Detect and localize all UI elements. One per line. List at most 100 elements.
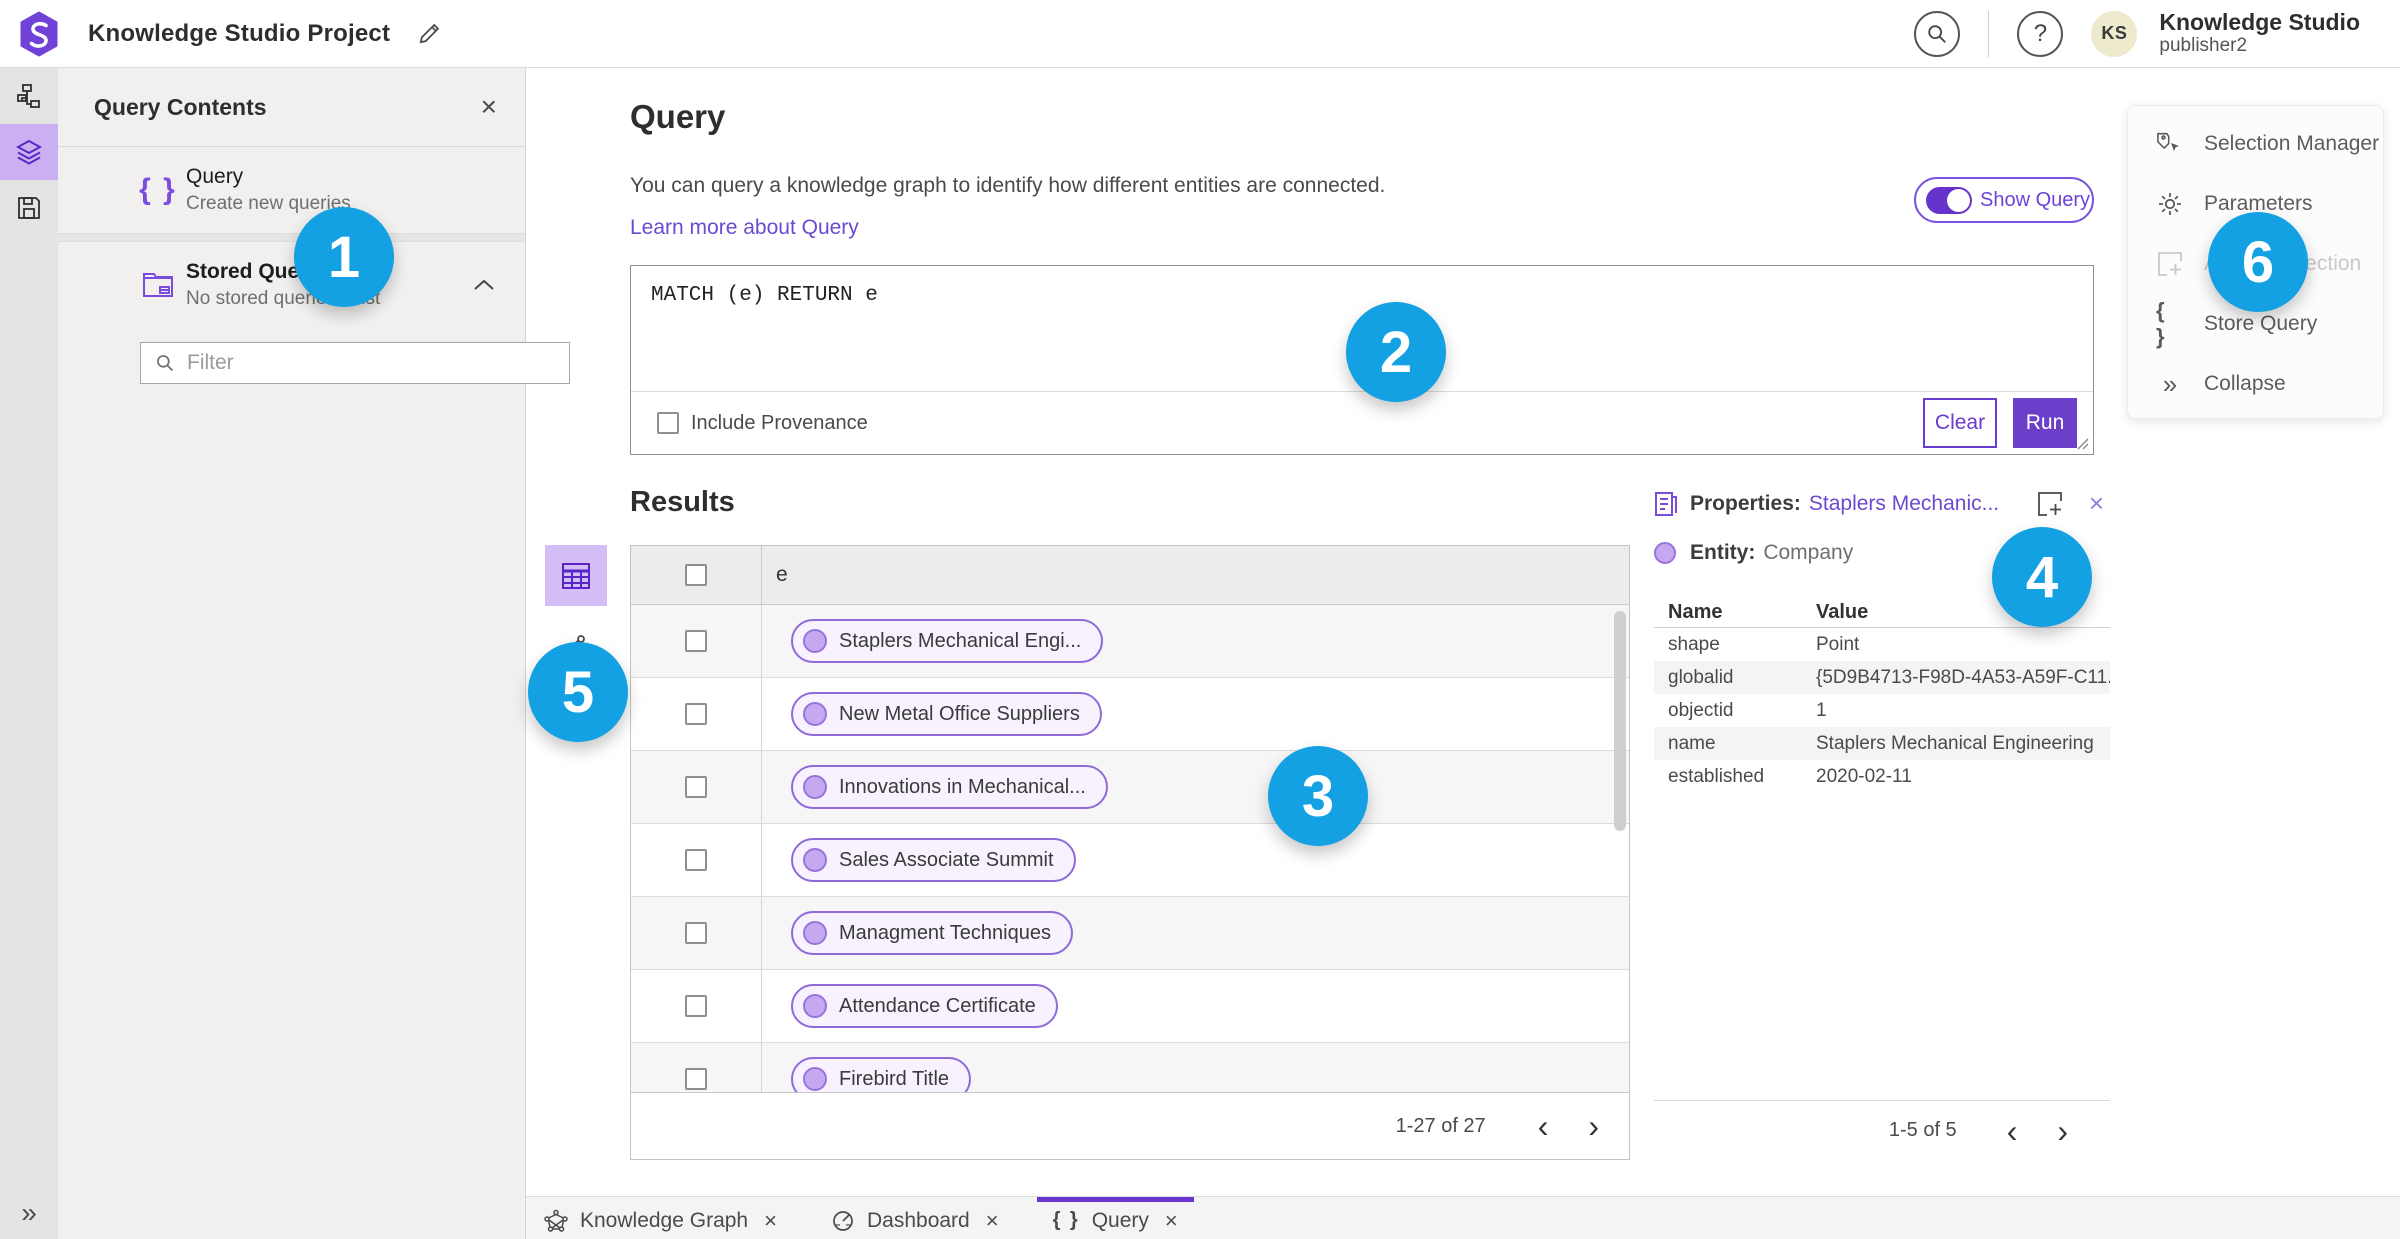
property-row[interactable]: name Staplers Mechanical Engineering [1654, 727, 2110, 760]
panel-close-icon[interactable]: × [481, 91, 497, 123]
collapse-item[interactable]: » Collapse [2128, 354, 2383, 414]
query-item[interactable]: { } Query Create new queries [58, 147, 525, 233]
properties-page-label: 1-5 of 5 [1888, 1119, 1957, 1141]
help-button[interactable]: ? [2017, 10, 2064, 57]
double-chevron-icon: » [2162, 368, 2178, 399]
properties-next-page-icon[interactable]: › [2051, 1115, 2074, 1147]
entity-pill[interactable]: Staplers Mechanical Engi... [791, 619, 1104, 663]
query-description: You can query a knowledge graph to ident… [630, 174, 1386, 197]
table-row[interactable]: Innovations in Mechanical... [631, 751, 1629, 824]
annotation-circle-5: 5 [528, 642, 628, 742]
entity-type-dot-icon [1654, 542, 1676, 564]
stored-queries-folder-icon [143, 273, 173, 297]
select-all-checkbox[interactable] [685, 564, 707, 586]
results-next-page-icon[interactable]: › [1582, 1110, 1605, 1142]
table-row[interactable]: Managment Techniques [631, 897, 1629, 970]
entity-pill[interactable]: Managment Techniques [791, 911, 1073, 955]
results-scrollbar[interactable] [1614, 611, 1626, 831]
table-row[interactable]: New Metal Office Suppliers [631, 678, 1629, 751]
properties-entity-link[interactable]: Staplers Mechanic... [1809, 492, 1999, 516]
entity-dot-icon [803, 629, 827, 653]
topbar-right-group: ? KS Knowledge Studio publisher2 [1914, 10, 2400, 57]
table-view-button[interactable] [545, 545, 607, 606]
search-button[interactable] [1914, 10, 1961, 57]
close-tab-icon[interactable]: × [1165, 1208, 1178, 1234]
user-name: Knowledge Studio [2159, 9, 2360, 36]
filter-input[interactable] [187, 351, 569, 375]
entity-pill[interactable]: Attendance Certificate [791, 984, 1058, 1028]
query-item-title: Query [186, 165, 244, 188]
braces-icon: { } [1052, 1209, 1080, 1231]
query-section-title: Query [630, 98, 726, 135]
search-icon [1928, 24, 1947, 43]
results-table: e Staplers Mechanical Engi... New Metal … [630, 545, 1630, 1160]
top-bar: Knowledge Studio Project ? KS Knowledge … [0, 0, 2400, 68]
close-tab-icon[interactable]: × [764, 1208, 777, 1234]
tab-query[interactable]: { } Query × [1036, 1197, 1194, 1239]
add-to-selection-icon[interactable] [2037, 491, 2063, 517]
knowledge-studio-logo-icon[interactable] [18, 11, 60, 57]
row-checkbox[interactable] [685, 630, 707, 652]
row-checkbox[interactable] [685, 703, 707, 725]
query-main-view: Query You can query a knowledge graph to… [526, 68, 2400, 1196]
results-table-header: e [631, 546, 1629, 605]
left-icon-rail: » [0, 68, 58, 1239]
annotation-circle-4: 4 [1992, 527, 2092, 627]
query-contents-panel: Query Contents × { } Query Create new qu… [58, 68, 570, 1239]
table-row[interactable]: Firebird Title [631, 1043, 1629, 1092]
user-info[interactable]: Knowledge Studio publisher2 [2159, 10, 2360, 56]
selection-manager-item[interactable]: Selection Manager [2128, 114, 2383, 174]
toggle-switch-on[interactable] [1926, 186, 1972, 214]
clear-button[interactable]: Clear [1923, 398, 1997, 448]
resize-handle-icon[interactable] [2073, 434, 2089, 450]
user-avatar[interactable]: KS [2091, 10, 2138, 57]
results-prev-page-icon[interactable]: ‹ [1532, 1110, 1555, 1142]
close-tab-icon[interactable]: × [986, 1208, 999, 1234]
table-row[interactable]: Sales Associate Summit [631, 824, 1629, 897]
stored-queries-item[interactable]: Stored Queries No stored queries exist [58, 242, 525, 328]
panel-separator [58, 233, 525, 242]
row-checkbox[interactable] [685, 1068, 707, 1090]
tab-knowledge-graph[interactable]: Knowledge Graph × [528, 1197, 793, 1239]
table-row[interactable]: Staplers Mechanical Engi... [631, 605, 1629, 678]
entity-pill[interactable]: Sales Associate Summit [791, 838, 1076, 882]
annotation-circle-1: 1 [294, 207, 394, 307]
entity-pill[interactable]: New Metal Office Suppliers [791, 692, 1102, 736]
learn-more-link[interactable]: Learn more about Query [630, 216, 859, 240]
knowledge-graph-icon [544, 1209, 568, 1232]
include-provenance-checkbox[interactable] [657, 412, 679, 434]
show-query-toggle[interactable]: Show Query [1914, 177, 2094, 223]
run-button[interactable]: Run [2013, 398, 2077, 448]
rail-save-button[interactable] [0, 180, 58, 236]
entity-dot-icon [803, 921, 827, 945]
table-row[interactable]: Attendance Certificate [631, 970, 1629, 1043]
entity-pill[interactable]: Innovations in Mechanical... [791, 765, 1108, 809]
row-checkbox[interactable] [685, 776, 707, 798]
property-row[interactable]: established 2020-02-11 [1654, 760, 2110, 793]
annotation-circle-3: 3 [1268, 746, 1368, 846]
rail-data-model-button[interactable] [0, 68, 58, 124]
property-row[interactable]: shape Point [1654, 628, 2110, 661]
chevron-up-icon[interactable] [473, 278, 495, 292]
properties-close-icon[interactable]: × [2089, 488, 2104, 519]
query-editor-footer: Include Provenance Clear Run [631, 391, 2093, 454]
topbar-divider [1988, 10, 1990, 57]
expand-rail-button[interactable]: » [0, 1197, 58, 1229]
tab-dashboard[interactable]: Dashboard × [815, 1197, 1015, 1239]
row-checkbox[interactable] [685, 922, 707, 944]
save-icon [18, 197, 40, 219]
row-checkbox[interactable] [685, 849, 707, 871]
rail-layers-button[interactable] [0, 124, 58, 180]
include-provenance-label: Include Provenance [691, 411, 868, 434]
results-column-header: e [776, 563, 788, 586]
properties-prev-page-icon[interactable]: ‹ [2001, 1115, 2024, 1147]
property-row[interactable]: globalid {5D9B4713-F98D-4A53-A59F-C11... [1654, 661, 2110, 694]
properties-doc-icon [1655, 491, 1677, 516]
entity-pill[interactable]: Firebird Title [791, 1057, 972, 1092]
dashboard-gauge-icon [833, 1210, 853, 1231]
question-icon: ? [2033, 19, 2048, 47]
edit-title-pencil-icon[interactable] [416, 21, 442, 47]
panel-header: Query Contents × [58, 68, 525, 147]
property-row[interactable]: objectid 1 [1654, 694, 2110, 727]
row-checkbox[interactable] [685, 995, 707, 1017]
